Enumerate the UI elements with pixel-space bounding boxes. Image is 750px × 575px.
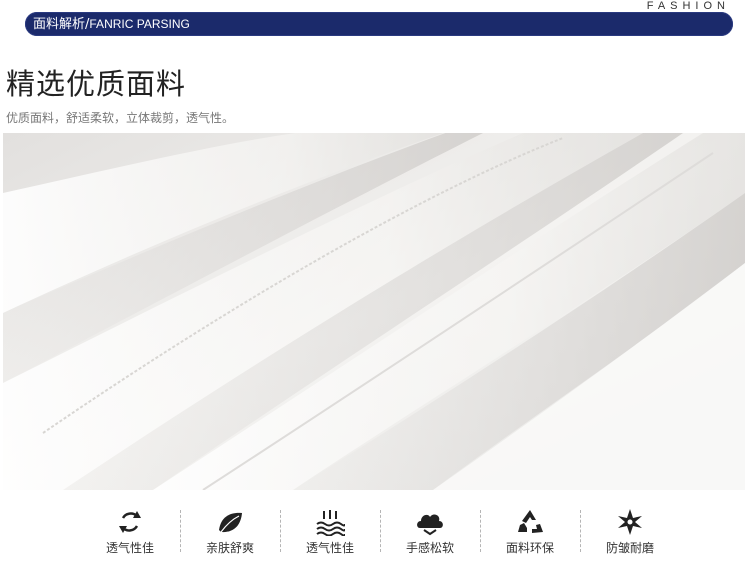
feature-item: 防皱耐磨 bbox=[585, 500, 675, 562]
feature-label: 亲肤舒爽 bbox=[205, 541, 254, 555]
eco-recycle-icon bbox=[518, 510, 543, 533]
divider bbox=[480, 510, 481, 552]
feature-item: 手感松软 bbox=[385, 500, 475, 562]
feature-label: 面料环保 bbox=[505, 541, 554, 555]
page-subtitle: 优质面料，舒适柔软，立体裁剪，透气性。 bbox=[6, 111, 235, 125]
heat-waves-icon bbox=[316, 510, 345, 536]
fabric-photo bbox=[3, 133, 745, 490]
recycle-arrows-icon bbox=[119, 511, 141, 533]
fashion-label: FASHION bbox=[646, 0, 730, 12]
star-anti-wrinkle-icon bbox=[618, 509, 642, 535]
feature-item: 面料环保 bbox=[485, 500, 575, 562]
feature-label: 防皱耐磨 bbox=[605, 541, 654, 555]
divider bbox=[380, 510, 381, 552]
feature-label: 透气性佳 bbox=[305, 541, 354, 555]
divider bbox=[280, 510, 281, 552]
feature-list: 透气性佳 亲肤舒爽 透气性佳 手感松软 面料环保 防皱耐磨 bbox=[80, 500, 680, 565]
feature-label: 手感松软 bbox=[405, 541, 454, 555]
feature-item: 透气性佳 bbox=[85, 500, 175, 562]
feature-item: 亲肤舒爽 bbox=[185, 500, 275, 562]
feature-label: 透气性佳 bbox=[105, 541, 154, 555]
page-title: 精选优质面料 bbox=[6, 67, 187, 101]
banner-title: 面料解析/FANRIC PARSING bbox=[33, 17, 190, 32]
section-banner: 面料解析/FANRIC PARSING bbox=[25, 12, 733, 36]
feature-item: 透气性佳 bbox=[285, 500, 375, 562]
divider bbox=[180, 510, 181, 552]
cloud-icon bbox=[417, 514, 443, 536]
divider bbox=[580, 510, 581, 552]
leaf-icon bbox=[219, 512, 242, 533]
